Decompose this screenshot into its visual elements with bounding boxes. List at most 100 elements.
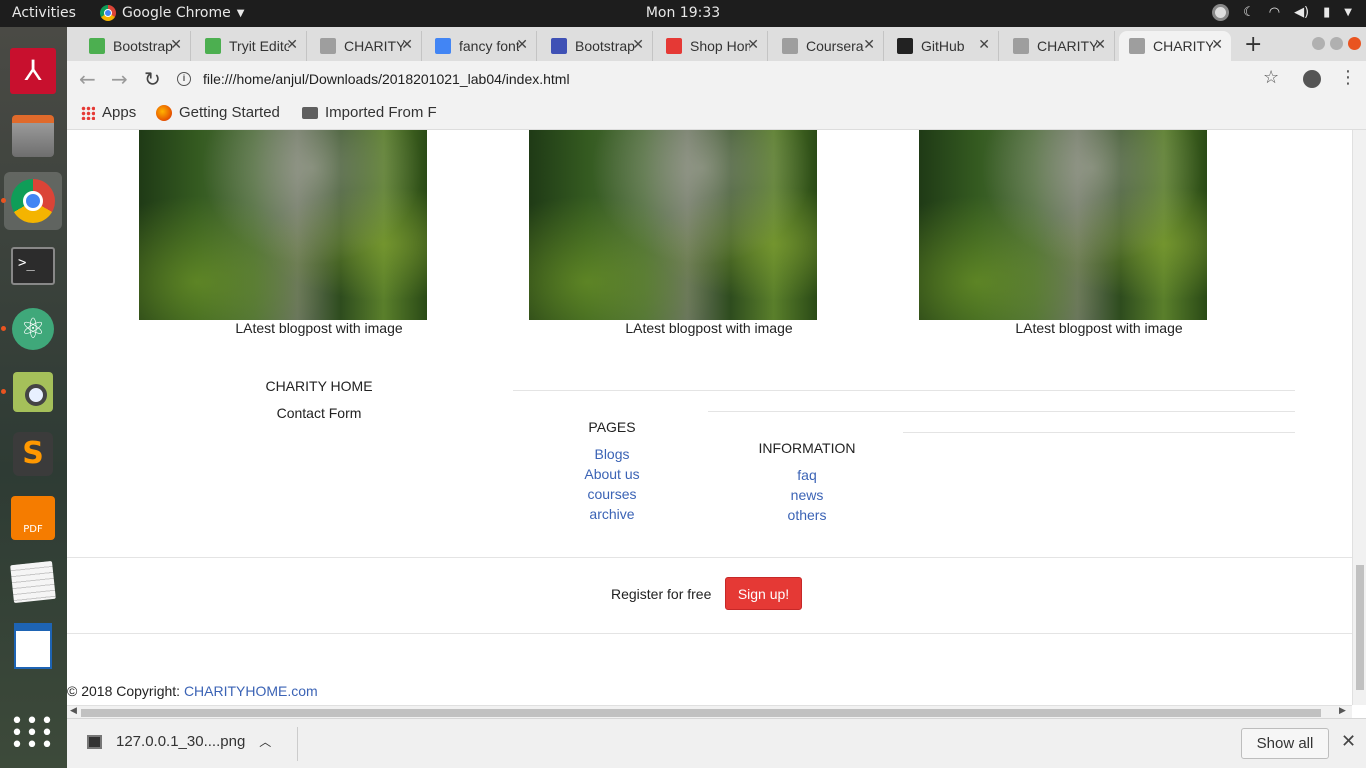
wifi-icon[interactable]: ◠ bbox=[1269, 5, 1280, 20]
courses-link[interactable]: courses bbox=[512, 486, 712, 502]
info-icon[interactable]: i bbox=[177, 72, 191, 86]
information-heading: INFORMATION bbox=[758, 440, 856, 456]
atom-launcher[interactable]: ⚛ bbox=[1, 300, 62, 358]
volume-icon[interactable]: ◀) bbox=[1294, 5, 1309, 20]
bookmark-star-icon[interactable]: ☆ bbox=[1263, 67, 1279, 88]
activities-button[interactable]: Activities bbox=[12, 5, 76, 21]
running-indicator bbox=[1, 198, 6, 203]
browser-tab[interactable]: fancy fonts✕ bbox=[425, 31, 537, 61]
scroll-left-arrow-icon[interactable]: ◀ bbox=[70, 706, 77, 716]
chevron-up-icon[interactable]: ︿ bbox=[259, 733, 271, 750]
tab-title: CHARITY bbox=[344, 38, 404, 54]
files-launcher[interactable] bbox=[4, 107, 62, 165]
close-tab-icon[interactable]: ✕ bbox=[516, 36, 528, 53]
browser-tab[interactable]: CHARITY ✕ bbox=[1003, 31, 1115, 61]
minimize-button[interactable] bbox=[1312, 37, 1325, 50]
record-icon[interactable] bbox=[1212, 4, 1230, 21]
about-us-link[interactable]: About us bbox=[512, 466, 712, 482]
blogs-link[interactable]: Blogs bbox=[512, 446, 712, 462]
foxit-launcher[interactable]: PDF bbox=[4, 489, 62, 547]
vertical-scrollbar[interactable] bbox=[1352, 130, 1366, 705]
bookmarks-bar: Apps Getting Started Imported From F bbox=[67, 97, 1366, 130]
file-cabinet-icon bbox=[12, 115, 54, 157]
browser-tab[interactable]: Bootstrap ✕ bbox=[541, 31, 653, 61]
imported-folder-bookmark[interactable]: Imported From F bbox=[302, 104, 437, 121]
browser-tab[interactable]: Coursera ✕ bbox=[772, 31, 884, 61]
divider bbox=[708, 411, 1295, 412]
chrome-icon bbox=[100, 5, 116, 21]
signup-button[interactable]: Sign up! bbox=[725, 577, 802, 610]
tab-title: Bootstrap bbox=[575, 38, 635, 54]
browser-tab[interactable]: Bootstrap ✕ bbox=[79, 31, 191, 61]
close-tab-icon[interactable]: ✕ bbox=[863, 36, 875, 53]
close-tab-icon[interactable]: ✕ bbox=[401, 36, 413, 53]
document-icon bbox=[14, 623, 52, 669]
browser-tab[interactable]: CHARITY ✕ bbox=[310, 31, 422, 61]
horizontal-scrollbar[interactable]: ◀ ▶ bbox=[67, 705, 1352, 718]
scroll-thumb[interactable] bbox=[81, 709, 1321, 717]
writer-launcher[interactable] bbox=[4, 617, 62, 675]
register-text: Register for free bbox=[611, 586, 712, 602]
show-applications-button[interactable]: ••• ••• ••• bbox=[4, 705, 62, 763]
close-shelf-icon[interactable]: ✕ bbox=[1341, 731, 1356, 752]
browser-tab[interactable]: Shop Homepage✕ bbox=[656, 31, 768, 61]
back-button[interactable]: ← bbox=[79, 67, 96, 91]
footer-brand: CHARITY HOME bbox=[265, 378, 373, 394]
browser-tab[interactable]: Tryit Editor✕ bbox=[195, 31, 307, 61]
browser-tab[interactable]: GitHub ✕ bbox=[887, 31, 999, 61]
sublime-launcher[interactable]: S bbox=[4, 425, 62, 483]
close-tab-icon[interactable]: ✕ bbox=[632, 36, 644, 53]
google-icon bbox=[435, 38, 451, 54]
address-bar[interactable]: i file:///home/anjul/Downloads/201820102… bbox=[177, 65, 1257, 93]
copyright-text: © 2018 Copyright: bbox=[67, 683, 184, 699]
image-viewer-launcher[interactable] bbox=[1, 363, 62, 421]
forward-button[interactable]: → bbox=[111, 67, 128, 91]
getting-started-label: Getting Started bbox=[179, 104, 280, 121]
text-editor-launcher[interactable] bbox=[4, 553, 62, 611]
app-name: Google Chrome bbox=[122, 5, 231, 21]
close-tab-icon[interactable]: ✕ bbox=[286, 36, 298, 53]
close-tab-icon[interactable]: ✕ bbox=[170, 36, 182, 53]
chevron-down-icon[interactable]: ▼ bbox=[1344, 7, 1352, 18]
menu-icon[interactable]: ⋮ bbox=[1339, 67, 1357, 88]
profile-icon[interactable] bbox=[1303, 70, 1321, 88]
sublime-icon: S bbox=[13, 432, 53, 476]
close-tab-icon[interactable]: ✕ bbox=[1094, 36, 1106, 53]
new-tab-button[interactable]: + bbox=[1244, 32, 1262, 57]
terminal-launcher[interactable]: >_ bbox=[4, 237, 62, 295]
show-all-button[interactable]: Show all bbox=[1241, 728, 1329, 759]
system-tray[interactable]: ☾ ◠ ◀) ▮ ▼ bbox=[1212, 4, 1352, 21]
battery-icon[interactable]: ▮ bbox=[1323, 5, 1330, 20]
close-tab-icon[interactable]: ✕ bbox=[1211, 36, 1223, 53]
blog-image-2 bbox=[529, 130, 817, 320]
copyright-link[interactable]: CHARITYHOME.com bbox=[184, 683, 318, 699]
download-item[interactable]: 127.0.0.1_30....png ︿ bbox=[87, 733, 271, 750]
others-link[interactable]: others bbox=[707, 507, 907, 523]
getting-started-bookmark[interactable]: Getting Started bbox=[156, 104, 280, 121]
clock[interactable]: Mon 19:33 bbox=[646, 5, 720, 21]
scroll-thumb[interactable] bbox=[1356, 565, 1364, 690]
night-light-icon[interactable]: ☾ bbox=[1243, 5, 1255, 20]
image-file-icon bbox=[87, 734, 102, 749]
shelf-divider bbox=[297, 727, 298, 761]
acrobat-icon: ⅄ bbox=[10, 48, 56, 94]
tab-title: CHARITY bbox=[1153, 38, 1213, 54]
archive-link[interactable]: archive bbox=[512, 506, 712, 522]
chrome-launcher[interactable] bbox=[1, 172, 62, 230]
maximize-button[interactable] bbox=[1330, 37, 1343, 50]
pages-heading: PAGES bbox=[588, 419, 636, 435]
faq-link[interactable]: faq bbox=[707, 467, 907, 483]
browser-tab[interactable]: CHARITY ✕ bbox=[1119, 31, 1231, 61]
ubuntu-dock: ⅄ >_ ⚛ S PDF ••• ••• ••• bbox=[0, 27, 67, 768]
app-menu[interactable]: Google Chrome ▼ bbox=[100, 5, 244, 21]
acrobat-reader-launcher[interactable]: ⅄ bbox=[4, 42, 62, 100]
apps-bookmark[interactable]: Apps bbox=[81, 104, 136, 121]
news-link[interactable]: news bbox=[707, 487, 907, 503]
close-window-button[interactable] bbox=[1348, 37, 1361, 50]
running-indicator bbox=[1, 326, 6, 331]
close-tab-icon[interactable]: ✕ bbox=[978, 36, 990, 53]
scroll-right-arrow-icon[interactable]: ▶ bbox=[1339, 706, 1346, 716]
close-tab-icon[interactable]: ✕ bbox=[747, 36, 759, 53]
chevron-down-icon: ▼ bbox=[236, 7, 245, 19]
reload-button[interactable]: ↻ bbox=[144, 67, 161, 91]
